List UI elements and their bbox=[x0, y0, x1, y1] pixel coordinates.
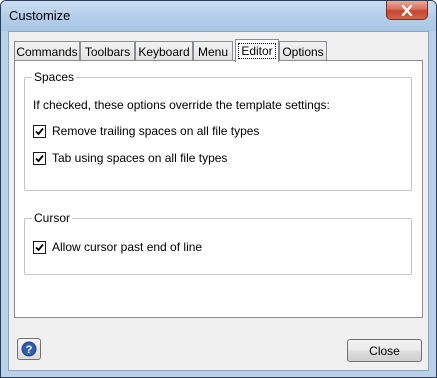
tab-toolbars[interactable]: Toolbars bbox=[80, 41, 135, 61]
remove-trailing-spaces-option[interactable]: Remove trailing spaces on all file types bbox=[33, 123, 259, 139]
allow-cursor-past-end-label: Allow cursor past end of line bbox=[52, 240, 203, 254]
tab-label: Options bbox=[282, 44, 324, 59]
tab-label: Editor bbox=[238, 43, 276, 59]
tab-using-spaces-label: Tab using spaces on all file types bbox=[52, 151, 228, 165]
checkmark-icon bbox=[35, 243, 44, 251]
cursor-group: Cursor Allow cursor past end of line bbox=[24, 211, 412, 275]
help-button[interactable]: ? bbox=[17, 338, 41, 360]
close-icon bbox=[401, 4, 413, 16]
checkmark-icon bbox=[35, 127, 44, 135]
window-title: Customize bbox=[9, 8, 71, 23]
tab-keyboard[interactable]: Keyboard bbox=[135, 41, 193, 61]
editor-tab-panel: Spaces If checked, these options overrid… bbox=[14, 60, 423, 318]
window-close-button[interactable] bbox=[386, 1, 428, 20]
tab-using-spaces-option[interactable]: Tab using spaces on all file types bbox=[33, 150, 227, 166]
title-bar[interactable]: Customize bbox=[1, 1, 436, 31]
tab-options[interactable]: Options bbox=[279, 41, 327, 61]
tab-label: Keyboard bbox=[138, 44, 190, 59]
dialog-body: Commands Toolbars Keyboard Menu Editor O… bbox=[8, 31, 429, 371]
spaces-group: Spaces If checked, these options overrid… bbox=[24, 70, 412, 191]
close-button[interactable]: Close bbox=[347, 339, 422, 362]
allow-cursor-past-end-checkbox[interactable] bbox=[33, 240, 46, 254]
tab-using-spaces-checkbox[interactable] bbox=[33, 151, 46, 165]
tab-label: Menu bbox=[197, 44, 229, 59]
tab-label: Commands bbox=[16, 44, 78, 59]
tab-commands[interactable]: Commands bbox=[14, 41, 80, 61]
remove-trailing-spaces-label: Remove trailing spaces on all file types bbox=[52, 124, 260, 138]
tab-menu[interactable]: Menu bbox=[193, 41, 233, 61]
spaces-group-title: Spaces bbox=[32, 70, 77, 84]
allow-cursor-past-end-option[interactable]: Allow cursor past end of line bbox=[33, 239, 202, 255]
spaces-description: If checked, these options override the t… bbox=[33, 98, 330, 112]
help-icon: ? bbox=[21, 341, 37, 357]
checkmark-icon bbox=[35, 154, 44, 162]
cursor-group-title: Cursor bbox=[32, 211, 73, 225]
customize-window: Customize Commands Toolbars Keyboard Men… bbox=[0, 0, 437, 378]
tab-editor[interactable]: Editor bbox=[235, 39, 279, 62]
tab-label: Toolbars bbox=[84, 44, 131, 59]
remove-trailing-spaces-checkbox[interactable] bbox=[33, 124, 46, 138]
svg-text:?: ? bbox=[26, 344, 33, 356]
